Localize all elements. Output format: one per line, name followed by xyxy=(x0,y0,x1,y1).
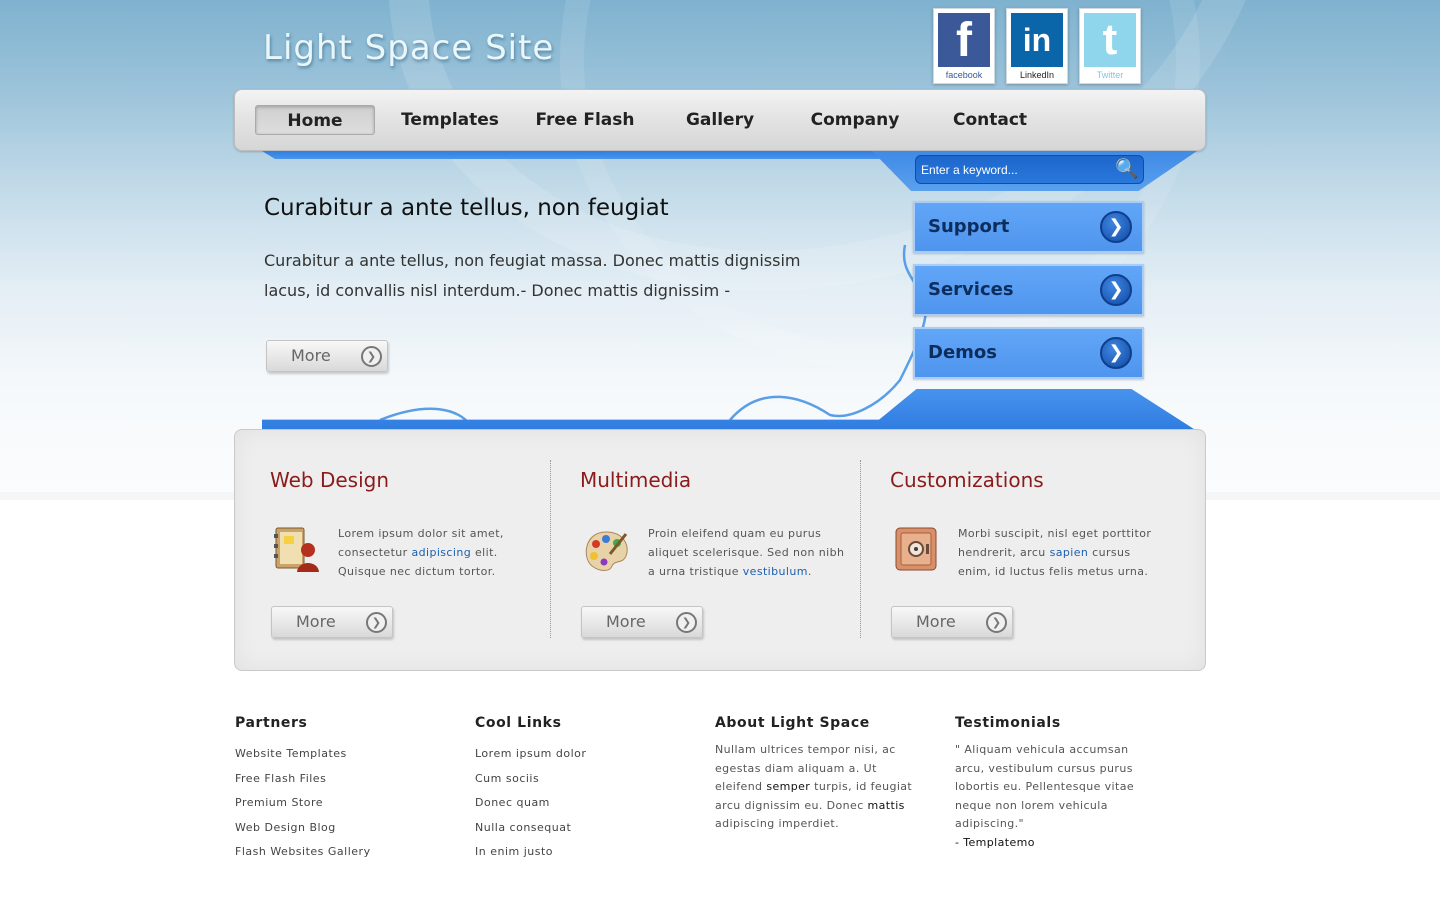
nav-contact[interactable]: Contact xyxy=(930,105,1050,135)
feature-link[interactable]: sapien xyxy=(1050,546,1089,559)
hero-more-button[interactable]: More ❯ xyxy=(266,340,388,372)
services-label: Services xyxy=(928,279,1014,300)
feature-title: Multimedia xyxy=(580,468,692,492)
footer-link[interactable]: Nulla consequat xyxy=(475,821,675,834)
chevron-right-icon: ❯ xyxy=(676,612,697,633)
chevron-right-icon: ❯ xyxy=(986,612,1007,633)
chevron-right-icon: ❯ xyxy=(361,346,382,367)
arrow-right-icon: ❯ xyxy=(1100,337,1132,369)
footer-about: About Light Space Nullam ultrices tempor… xyxy=(715,715,915,834)
site-title[interactable]: Light Space Site xyxy=(263,28,554,68)
arrow-right-icon: ❯ xyxy=(1100,211,1132,243)
facebook-button[interactable]: f facebook xyxy=(933,8,995,84)
footer-heading: About Light Space xyxy=(715,715,870,731)
footer-cool-links: Cool Links Lorem ipsum dolor Cum sociis … xyxy=(475,715,675,870)
contacts-book-icon xyxy=(274,527,319,572)
feature-text: Proin eleifend quam eu purus aliquet sce… xyxy=(648,527,845,578)
footer-partners: Partners Website Templates Free Flash Fi… xyxy=(235,715,435,870)
nav-home[interactable]: Home xyxy=(255,105,375,135)
footer-link[interactable]: Donec quam xyxy=(475,796,675,809)
feature-text: Morbi suscipit, nisl eget porttitor hend… xyxy=(958,527,1152,578)
nav-gallery[interactable]: Gallery xyxy=(660,105,780,135)
footer-link[interactable]: In enim justo xyxy=(475,845,675,858)
demos-label: Demos xyxy=(928,342,997,363)
features-panel: Web Design Lorem ipsum dolor sit amet, c… xyxy=(234,429,1206,671)
hero-title: Curabitur a ante tellus, non feugiat xyxy=(264,195,669,221)
more-label: More xyxy=(916,612,956,631)
footer-link[interactable]: Lorem ipsum dolor xyxy=(475,747,675,760)
safe-icon xyxy=(895,527,937,571)
twitter-caption: Twitter xyxy=(1096,70,1124,80)
hero-text: Curabitur a ante tellus, non feugiat mas… xyxy=(264,251,801,300)
support-label: Support xyxy=(928,216,1010,237)
web-design-more-button[interactable]: More ❯ xyxy=(271,606,393,638)
feature-customizations: Customizations Morbi suscipit, nisl eget… xyxy=(855,430,1165,670)
demos-button[interactable]: Demos ❯ xyxy=(913,327,1144,379)
chevron-right-icon: ❯ xyxy=(366,612,387,633)
footer-heading: Partners xyxy=(235,715,308,731)
twitter-icon: t xyxy=(1084,13,1136,67)
feature-title: Web Design xyxy=(270,468,390,492)
feature-text: Lorem ipsum dolor sit amet, consectetur … xyxy=(338,527,504,578)
footer-heading: Testimonials xyxy=(955,715,1061,731)
customizations-more-button[interactable]: More ❯ xyxy=(891,606,1013,638)
feature-link[interactable]: vestibulum xyxy=(743,565,808,578)
multimedia-more-button[interactable]: More ❯ xyxy=(581,606,703,638)
nav-company[interactable]: Company xyxy=(795,105,915,135)
facebook-icon: f xyxy=(938,13,990,67)
linkedin-button[interactable]: in LinkedIn xyxy=(1006,8,1068,84)
more-label: More xyxy=(291,346,331,365)
nav-free-flash[interactable]: Free Flash xyxy=(525,105,645,135)
footer-heading: Cool Links xyxy=(475,715,562,731)
feature-link[interactable]: adipiscing xyxy=(411,546,471,559)
facebook-caption: facebook xyxy=(945,70,983,80)
footer-link[interactable]: Website Templates xyxy=(235,747,435,760)
footer-testimonials: Testimonials " Aliquam vehicula accumsan… xyxy=(955,715,1155,852)
nav-accent-strip xyxy=(262,151,912,159)
footer-link[interactable]: Web Design Blog xyxy=(235,821,435,834)
footer-link[interactable]: Free Flash Files xyxy=(235,772,435,785)
main-nav: Home Templates Free Flash Gallery Compan… xyxy=(234,89,1206,151)
services-button[interactable]: Services ❯ xyxy=(913,264,1144,316)
feature-title: Customizations xyxy=(890,468,1044,492)
footer-link[interactable]: Cum sociis xyxy=(475,772,675,785)
linkedin-caption: LinkedIn xyxy=(1019,70,1055,80)
more-label: More xyxy=(606,612,646,631)
footer-link[interactable]: Premium Store xyxy=(235,796,435,809)
twitter-button[interactable]: t Twitter xyxy=(1079,8,1141,84)
search-input[interactable] xyxy=(915,155,1144,184)
more-label: More xyxy=(296,612,336,631)
feature-web-design: Web Design Lorem ipsum dolor sit amet, c… xyxy=(235,430,545,670)
feature-multimedia: Multimedia Proin eleifend quam eu purus … xyxy=(545,430,855,670)
magnifier-icon[interactable]: 🔍 xyxy=(1113,156,1141,183)
footer-link[interactable]: Flash Websites Gallery xyxy=(235,845,435,858)
social-links: f facebook in LinkedIn t Twitter xyxy=(933,8,1141,84)
about-text: Nullam ultrices tempor nisi, ac egestas … xyxy=(715,743,913,831)
palette-icon xyxy=(585,531,628,571)
testimonial-author: - Templatemo xyxy=(955,835,1035,849)
arrow-right-icon: ❯ xyxy=(1100,274,1132,306)
testimonial-quote: " Aliquam vehicula accumsan arcu, vestib… xyxy=(955,743,1135,831)
support-button[interactable]: Support ❯ xyxy=(913,201,1144,253)
nav-templates[interactable]: Templates xyxy=(390,105,510,135)
linkedin-icon: in xyxy=(1011,13,1063,67)
